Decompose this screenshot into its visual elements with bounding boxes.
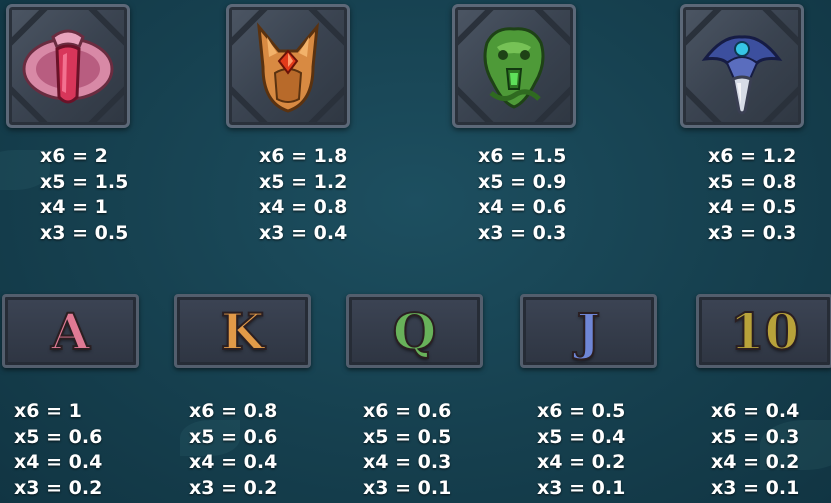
pay-x6: x6 = 0.6 bbox=[363, 400, 452, 422]
pay-x5: x5 = 0.6 bbox=[189, 425, 278, 448]
pay-x5: x5 = 0.8 bbox=[708, 170, 797, 193]
paytable-10: x6 = 0.4 x5 = 0.3 x4 = 0.2 x3 = 0.1 bbox=[711, 399, 799, 501]
orange-fox-mask-icon bbox=[257, 22, 319, 113]
letter-q-icon: Q bbox=[392, 301, 438, 362]
letter-k-icon: K bbox=[220, 301, 265, 362]
paytable-j: x6 = 0.5 x5 = 0.4 x4 = 0.2 x3 = 0.1 bbox=[537, 399, 625, 501]
number-10-icon: 10 bbox=[729, 301, 801, 362]
pink-gem-amulet-icon bbox=[22, 29, 114, 104]
pay-x3: x3 = 0.4 bbox=[259, 221, 348, 244]
paytable-blue-raven-skull: x6 = 1.2 x5 = 0.8 x4 = 0.5 x3 = 0.3 bbox=[708, 144, 796, 246]
paytable-q: x6 = 0.6 x5 = 0.5 x4 = 0.3 x3 = 0.1 bbox=[363, 399, 451, 501]
symbol-card-k: K bbox=[174, 294, 311, 368]
pay-x5: x5 = 0.9 bbox=[478, 170, 567, 193]
pay-x4: x4 = 1 bbox=[40, 196, 108, 218]
pay-x4: x4 = 0.2 bbox=[537, 451, 626, 473]
paytable-k: x6 = 0.8 x5 = 0.6 x4 = 0.4 x3 = 0.2 bbox=[189, 399, 277, 501]
pay-x3: x3 = 0.5 bbox=[40, 221, 129, 244]
pay-x4: x4 = 0.4 bbox=[189, 451, 278, 473]
pay-x6: x6 = 1.8 bbox=[259, 145, 348, 167]
pay-x4: x4 = 0.6 bbox=[478, 196, 567, 218]
symbol-card-10: 10 bbox=[696, 294, 831, 368]
pay-x6: x6 = 0.4 bbox=[711, 400, 800, 422]
pay-x3: x3 = 0.2 bbox=[14, 476, 103, 499]
symbol-card-j: J bbox=[520, 294, 657, 368]
letter-j-icon: J bbox=[576, 301, 602, 362]
pay-x3: x3 = 0.1 bbox=[537, 476, 626, 499]
pay-x5: x5 = 0.4 bbox=[537, 425, 626, 448]
pay-x3: x3 = 0.3 bbox=[708, 221, 797, 244]
pay-x6: x6 = 0.5 bbox=[537, 400, 626, 422]
pay-x5: x5 = 0.6 bbox=[14, 425, 103, 448]
pay-x6: x6 = 1.5 bbox=[478, 145, 567, 167]
pay-x6: x6 = 0.8 bbox=[189, 400, 278, 422]
symbol-tile-orange-fox-mask bbox=[226, 4, 350, 128]
letter-a-icon: A bbox=[50, 301, 91, 362]
paytable-orange-fox-mask: x6 = 1.8 x5 = 1.2 x4 = 0.8 x3 = 0.4 bbox=[259, 144, 347, 246]
pay-x3: x3 = 0.3 bbox=[478, 221, 567, 244]
pay-x6: x6 = 1 bbox=[14, 400, 82, 422]
paytable-pink-gem-amulet: x6 = 2 x5 = 1.5 x4 = 1 x3 = 0.5 bbox=[40, 144, 128, 246]
symbol-card-a: A bbox=[2, 294, 139, 368]
symbol-tile-green-serpent-idol bbox=[452, 4, 576, 128]
pay-x3: x3 = 0.1 bbox=[711, 476, 800, 499]
pay-x5: x5 = 1.5 bbox=[40, 170, 129, 193]
pay-x4: x4 = 0.5 bbox=[708, 196, 797, 218]
pay-x3: x3 = 0.1 bbox=[363, 476, 452, 499]
pay-x4: x4 = 0.2 bbox=[711, 451, 800, 473]
pay-x3: x3 = 0.2 bbox=[189, 476, 278, 499]
paytable-a: x6 = 1 x5 = 0.6 x4 = 0.4 x3 = 0.2 bbox=[14, 399, 102, 501]
pay-x5: x5 = 1.2 bbox=[259, 170, 348, 193]
pay-x5: x5 = 0.3 bbox=[711, 425, 800, 448]
pay-x4: x4 = 0.4 bbox=[14, 451, 103, 473]
pay-x6: x6 = 1.2 bbox=[708, 145, 797, 167]
green-serpent-idol-icon bbox=[483, 27, 545, 109]
pay-x5: x5 = 0.5 bbox=[363, 425, 452, 448]
pay-x4: x4 = 0.3 bbox=[363, 451, 452, 473]
blue-raven-skull-icon bbox=[701, 35, 783, 115]
symbol-card-q: Q bbox=[346, 294, 483, 368]
pay-x6: x6 = 2 bbox=[40, 145, 108, 167]
paytable-green-serpent-idol: x6 = 1.5 x5 = 0.9 x4 = 0.6 x3 = 0.3 bbox=[478, 144, 566, 246]
symbol-tile-pink-gem-amulet bbox=[6, 4, 130, 128]
pay-x4: x4 = 0.8 bbox=[259, 196, 348, 218]
symbol-tile-blue-raven-skull bbox=[680, 4, 804, 128]
